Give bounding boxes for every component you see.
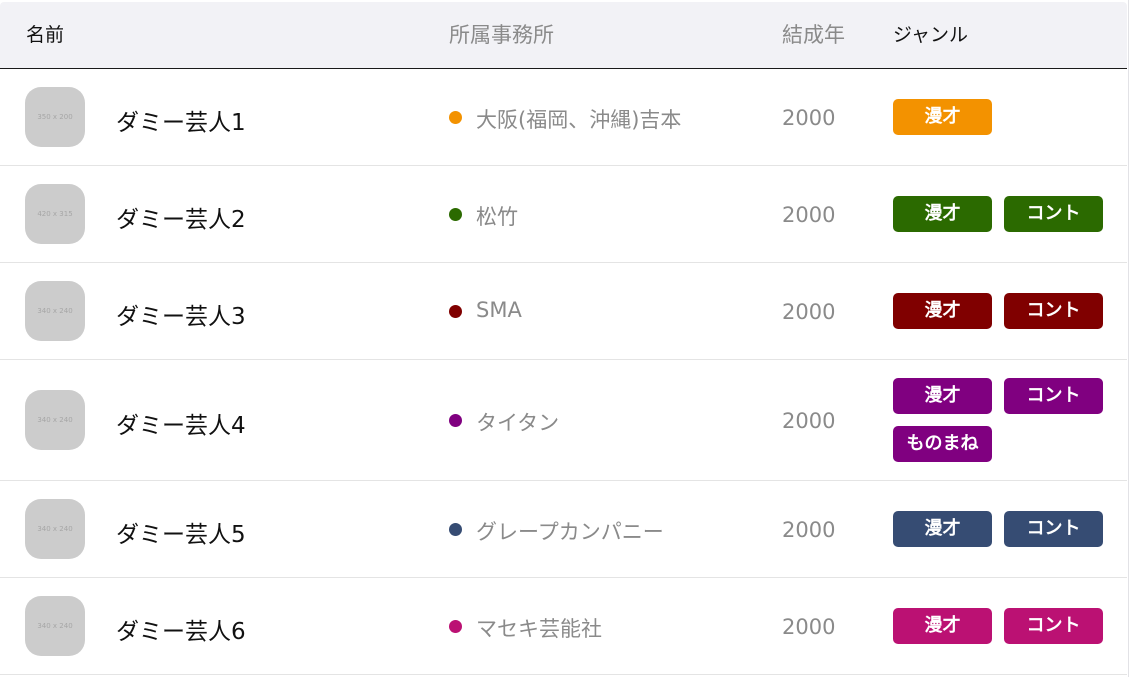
genre-tag[interactable]: コント: [1004, 293, 1103, 329]
agency-color-dot: [449, 111, 462, 124]
genre-tag[interactable]: 漫才: [893, 196, 992, 232]
placeholder-image: 340 x 240: [25, 390, 85, 450]
genre-tags: 漫才 コント: [893, 293, 1115, 329]
placeholder-image: 340 x 240: [25, 281, 85, 341]
table-row[interactable]: 340 x 240 ダミー芸人5 グレープカンパニー 2000 漫才 コント: [0, 481, 1127, 578]
agency-color-dot: [449, 305, 462, 318]
comedian-name[interactable]: ダミー芸人5: [116, 515, 246, 549]
agency-name: マセキ芸能社: [476, 617, 602, 641]
table-row[interactable]: 350 x 200 ダミー芸人1 大阪(福岡、沖縄)吉本 2000 漫才: [0, 69, 1127, 166]
comedian-name[interactable]: ダミー芸人6: [116, 612, 246, 646]
agency-name: 松竹: [476, 205, 518, 229]
genre-tag[interactable]: 漫才: [893, 378, 992, 414]
column-header-agency[interactable]: 所属事務所: [449, 2, 554, 68]
genre-tag[interactable]: 漫才: [893, 293, 992, 329]
genre-tag[interactable]: コント: [1004, 378, 1103, 414]
agency-color-dot: [449, 620, 462, 633]
formation-year: 2000: [782, 203, 836, 227]
formation-year: 2000: [782, 300, 836, 324]
formation-year: 2000: [782, 409, 836, 433]
placeholder-image: 340 x 240: [25, 596, 85, 656]
genre-tag[interactable]: 漫才: [893, 99, 992, 135]
agency-name: SMA: [476, 298, 522, 322]
agency-color-dot: [449, 414, 462, 427]
agency-name: 大阪(福岡、沖縄)吉本: [476, 108, 682, 132]
genre-tag[interactable]: 漫才: [893, 608, 992, 644]
genre-tags: 漫才 コント: [893, 608, 1115, 644]
table-header: 名前 所属事務所 結成年 ジャンル: [0, 2, 1127, 69]
agency-color-dot: [449, 208, 462, 221]
comedian-table: 名前 所属事務所 結成年 ジャンル 350 x 200 ダミー芸人1 大阪(福岡…: [0, 0, 1129, 677]
agency-name: タイタン: [476, 411, 560, 435]
table-row[interactable]: 340 x 240 ダミー芸人6 マセキ芸能社 2000 漫才 コント: [0, 578, 1127, 675]
formation-year: 2000: [782, 518, 836, 542]
placeholder-image: 420 x 315: [25, 184, 85, 244]
genre-tags: 漫才 コント: [893, 511, 1115, 547]
comedian-name[interactable]: ダミー芸人2: [116, 200, 246, 234]
genre-tag[interactable]: 漫才: [893, 511, 992, 547]
genre-tag[interactable]: ものまね: [893, 426, 992, 462]
genre-tags: 漫才: [893, 99, 1115, 135]
formation-year: 2000: [782, 106, 836, 130]
placeholder-image: 340 x 240: [25, 499, 85, 559]
genre-tags: 漫才 コント ものまね: [893, 378, 1115, 462]
column-header-name[interactable]: 名前: [26, 2, 64, 68]
formation-year: 2000: [782, 615, 836, 639]
agency-color-dot: [449, 523, 462, 536]
genre-tag[interactable]: コント: [1004, 608, 1103, 644]
table-row[interactable]: 340 x 240 ダミー芸人3 SMA 2000 漫才 コント: [0, 263, 1127, 360]
comedian-name[interactable]: ダミー芸人4: [116, 406, 246, 440]
table-row[interactable]: 340 x 240 ダミー芸人4 タイタン 2000 漫才 コント ものまね: [0, 360, 1127, 481]
placeholder-image: 350 x 200: [25, 87, 85, 147]
comedian-name[interactable]: ダミー芸人1: [116, 103, 246, 137]
genre-tag[interactable]: コント: [1004, 196, 1103, 232]
agency-name: グレープカンパニー: [476, 520, 664, 544]
table-row[interactable]: 420 x 315 ダミー芸人2 松竹 2000 漫才 コント: [0, 166, 1127, 263]
column-header-year[interactable]: 結成年: [782, 2, 845, 68]
comedian-name[interactable]: ダミー芸人3: [116, 297, 246, 331]
genre-tag[interactable]: コント: [1004, 511, 1103, 547]
genre-tags: 漫才 コント: [893, 196, 1115, 232]
column-header-genre[interactable]: ジャンル: [893, 2, 968, 68]
